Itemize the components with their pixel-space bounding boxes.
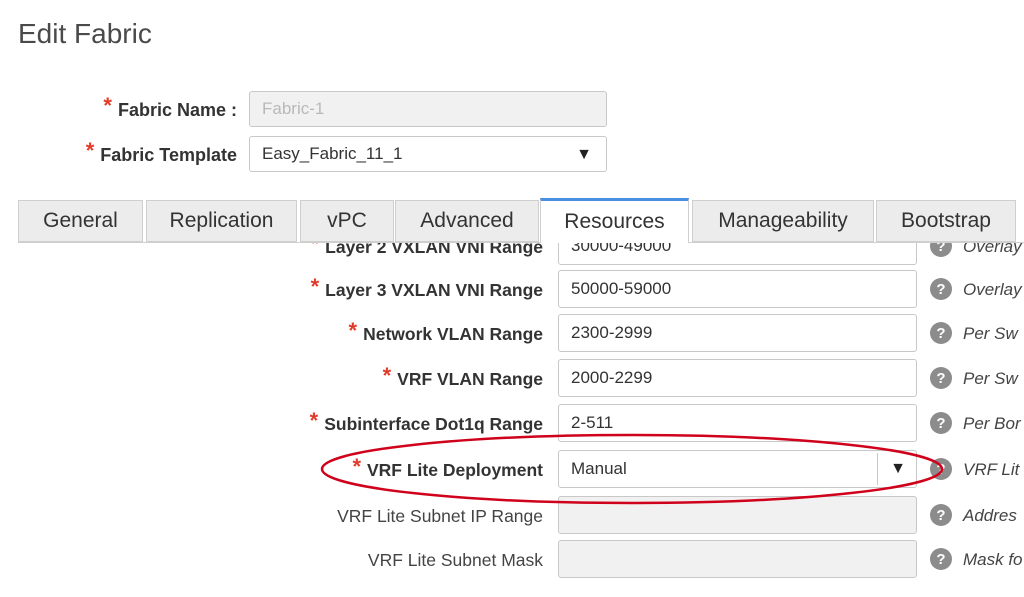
fabric-name-row: * Fabric Name : Fabric-1 xyxy=(0,90,1024,128)
form-row-vrf-lite-subnet-ip: VRF Lite Subnet IP Range ? Addres xyxy=(0,496,1024,536)
form-row-l2vni: * Layer 2 VXLAN VNI Range 30000-49000 ? O… xyxy=(0,243,1024,267)
field-label: VRF Lite Subnet Mask xyxy=(367,549,543,570)
form-row-vrf-vlan: * VRF VLAN Range 2000-2299 ? Per Sw xyxy=(0,359,1024,399)
l2-vni-range-input[interactable]: 30000-49000 xyxy=(558,243,917,265)
tab-vpc[interactable]: vPC xyxy=(300,200,394,242)
tab-resources[interactable]: Resources xyxy=(540,198,689,243)
tab-bootstrap[interactable]: Bootstrap xyxy=(876,200,1016,242)
tab-advanced[interactable]: Advanced xyxy=(395,200,539,242)
field-label: * Layer 2 VXLAN VNI Range xyxy=(310,243,543,257)
field-label: * Layer 3 VXLAN VNI Range xyxy=(310,274,543,300)
field-label: VRF Lite Subnet IP Range xyxy=(337,505,543,526)
vrf-lite-deployment-value: Manual xyxy=(571,459,627,478)
form-row-vrf-lite-subnet-mask: VRF Lite Subnet Mask ? Mask fo xyxy=(0,540,1024,580)
help-icon[interactable]: ? xyxy=(930,243,952,257)
required-marker: * xyxy=(103,93,112,118)
tab-replication[interactable]: Replication xyxy=(146,200,297,242)
help-icon[interactable]: ? xyxy=(930,278,952,300)
page-title: Edit Fabric xyxy=(18,18,152,49)
form-row-vrf-lite-deployment: * VRF Lite Deployment Manual ▼ ? VRF Lit xyxy=(0,450,1024,490)
field-label: * VRF VLAN Range xyxy=(382,363,543,389)
chevron-down-icon: ▼ xyxy=(890,460,906,477)
help-icon[interactable]: ? xyxy=(930,504,952,526)
field-label: * Network VLAN Range xyxy=(348,318,543,344)
help-icon[interactable]: ? xyxy=(930,412,952,434)
tab-manageability[interactable]: Manageability xyxy=(692,200,874,242)
fabric-name-input: Fabric-1 xyxy=(249,91,607,127)
vrf-lite-subnet-mask-input xyxy=(558,540,917,578)
fabric-name-label: * Fabric Name : xyxy=(103,93,237,120)
chevron-down-icon: ▼ xyxy=(576,146,592,163)
tab-general[interactable]: General xyxy=(18,200,143,242)
field-hint: Overlay xyxy=(963,280,1022,299)
fabric-template-value: Easy_Fabric_11_1 xyxy=(262,144,403,163)
fabric-template-label: * Fabric Template xyxy=(85,138,237,165)
subinterface-dot1q-range-input[interactable]: 2-511 xyxy=(558,404,917,442)
fabric-template-row: * Fabric Template Easy_Fabric_11_1 ▼ xyxy=(0,135,1024,173)
fabric-template-select[interactable]: Easy_Fabric_11_1 ▼ xyxy=(249,136,607,172)
field-label: * Subinterface Dot1q Range xyxy=(309,408,543,434)
tab-bar: General Replication vPC Advanced Resourc… xyxy=(18,198,1024,243)
field-hint: Overlay xyxy=(963,243,1022,256)
help-icon[interactable]: ? xyxy=(930,548,952,570)
field-hint: Per Sw xyxy=(963,324,1018,343)
help-icon[interactable]: ? xyxy=(930,367,952,389)
form-row-l3vni: * Layer 3 VXLAN VNI Range 50000-59000 ? O… xyxy=(0,270,1024,310)
required-marker: * xyxy=(85,138,95,163)
vrf-vlan-range-input[interactable]: 2000-2299 xyxy=(558,359,917,397)
field-label: * VRF Lite Deployment xyxy=(352,454,543,480)
field-hint: Mask fo xyxy=(963,550,1023,569)
l3-vni-range-input[interactable]: 50000-59000 xyxy=(558,270,917,308)
form-row-dot1q: * Subinterface Dot1q Range 2-511 ? Per Bo… xyxy=(0,404,1024,444)
help-icon[interactable]: ? xyxy=(930,458,952,480)
field-hint: Per Bor xyxy=(963,414,1021,433)
network-vlan-range-input[interactable]: 2300-2999 xyxy=(558,314,917,352)
select-divider xyxy=(877,453,878,485)
vrf-lite-deployment-select[interactable]: Manual ▼ xyxy=(558,450,917,488)
vrf-lite-subnet-ip-range-input xyxy=(558,496,917,534)
field-hint: Addres xyxy=(963,506,1017,525)
field-hint: VRF Lit xyxy=(963,460,1020,479)
help-icon[interactable]: ? xyxy=(930,322,952,344)
field-hint: Per Sw xyxy=(963,369,1018,388)
form-row-network-vlan: * Network VLAN Range 2300-2999 ? Per Sw xyxy=(0,314,1024,354)
resources-panel: * Layer 2 VXLAN VNI Range 30000-49000 ? O… xyxy=(0,243,1024,597)
